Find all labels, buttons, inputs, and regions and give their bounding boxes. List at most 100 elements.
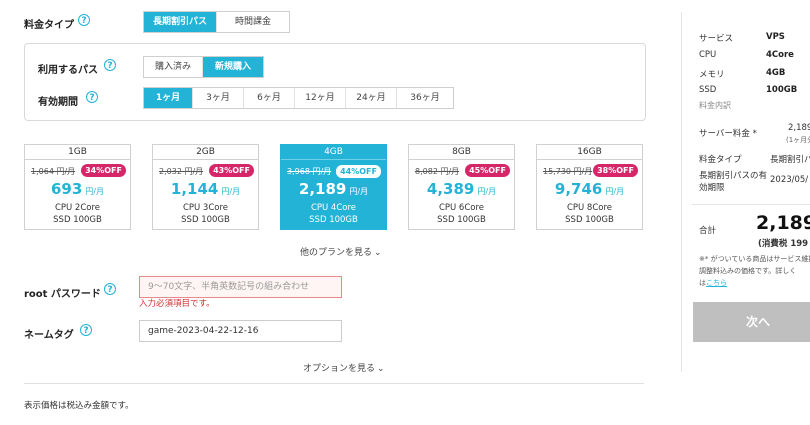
summary-cpu-label: CPU <box>699 50 717 60</box>
plan-cpu: CPU 4Core <box>310 203 357 213</box>
period-help-icon[interactable]: ? <box>86 91 98 103</box>
summary-server-fee-label: サーバー料金 * <box>699 129 757 139</box>
summary-total-value: 2,189 <box>756 212 810 234</box>
plan-card-4gb[interactable]: 4GB 3,968 円/月 44%OFF 2,189 円/月 CPU 4Core S… <box>280 144 387 230</box>
plan-price-unit: 円/月 <box>477 187 497 196</box>
plan-card-16gb[interactable]: 16GB 15,730 円/月 38%OFF 9,746 円/月 CPU 8Core… <box>536 144 643 230</box>
plan-ssd: SSD 100GB <box>565 215 614 225</box>
name-tag-label: ネームタグ <box>24 330 74 341</box>
chevron-down-icon: ⌄ <box>377 364 385 374</box>
summary-server-fee-sub: (1ヶ月分 <box>786 136 810 144</box>
period-option-1m[interactable]: 1ヶ月 <box>144 88 193 108</box>
fee-type-label: 料金タイプ <box>24 20 74 31</box>
summary-memory-value: 4GB <box>766 68 786 78</box>
plan-cpu: CPU 3Core <box>182 203 229 213</box>
plan-cpu: CPU 2Core <box>54 203 101 213</box>
plan-old-price: 2,032 円/月 <box>159 167 204 176</box>
pass-help-icon[interactable]: ? <box>104 59 116 71</box>
summary-service-value: VPS <box>766 32 785 42</box>
plan-old-price: 8,082 円/月 <box>415 167 460 176</box>
plan-ssd: SSD 100GB <box>437 215 486 225</box>
summary-ssd-label: SSD <box>699 85 717 95</box>
pass-label: 利用するパス <box>38 65 98 76</box>
plan-cpu: CPU 6Core <box>438 203 485 213</box>
divider <box>24 383 644 384</box>
pass-option-purchased[interactable]: 購入済み <box>144 57 203 77</box>
next-button[interactable]: 次へ <box>693 302 810 342</box>
plan-name: 16GB <box>537 145 642 160</box>
plan-ssd: SSD 100GB <box>309 215 358 225</box>
summary-details-label: 料金内訳 <box>699 101 731 110</box>
summary-server-fee-value: 2,189 <box>788 123 810 133</box>
period-option-3m[interactable]: 3ヶ月 <box>193 88 244 108</box>
summary-fee-type-label: 料金タイプ <box>699 155 742 165</box>
pass-selector: 購入済み 新規購入 <box>143 56 264 78</box>
summary-note-3-prefix: は <box>699 279 706 287</box>
plan-discount-badge: 43%OFF <box>209 164 254 177</box>
plan-discount-badge: 38%OFF <box>593 164 638 177</box>
summary-expiry-label-1: 長期割引パスの有 <box>699 171 768 181</box>
summary-cpu-value: 4Core <box>766 50 794 60</box>
order-summary: サービス VPS CPU 4Core メモリ 4GB SSD 100GB 料金内… <box>681 12 810 372</box>
more-plans-link[interactable]: 他のプランを見る ⌄ <box>300 245 382 258</box>
plan-name: 8GB <box>409 145 514 160</box>
root-password-help-icon[interactable]: ? <box>104 283 116 295</box>
plan-cpu: CPU 8Core <box>566 203 613 213</box>
plan-name: 2GB <box>153 145 258 160</box>
period-label: 有効期間 <box>38 97 78 108</box>
pass-option-new[interactable]: 新規購入 <box>203 57 263 77</box>
summary-tax-note: (消費税 199 円 <box>758 239 810 249</box>
plan-old-price: 1,064 円/月 <box>31 167 76 176</box>
more-options-label: オプションを見る <box>303 364 376 374</box>
plan-card-2gb[interactable]: 2GB 2,032 円/月 43%OFF 1,144 円/月 CPU 3Core S… <box>152 144 259 230</box>
period-option-12m[interactable]: 12ヶ月 <box>295 88 346 108</box>
plan-old-price: 15,730 円/月 <box>543 167 593 176</box>
period-option-6m[interactable]: 6ヶ月 <box>244 88 295 108</box>
fee-type-option-hourly[interactable]: 時間課金 <box>217 12 289 32</box>
plan-card-1gb[interactable]: 1GB 1,064 円/月 34%OFF 693 円/月 CPU 2Core SSD… <box>24 144 131 230</box>
plan-price: 693 <box>50 180 83 198</box>
chevron-down-icon: ⌄ <box>374 248 382 258</box>
summary-note-1: ※* がついている商品はサービス維持 <box>699 255 810 263</box>
plan-price-unit: 円/月 <box>85 187 104 196</box>
name-tag-help-icon[interactable]: ? <box>80 324 92 336</box>
summary-expiry-label-2: 効期限 <box>699 183 725 193</box>
period-selector: 1ヶ月 3ヶ月 6ヶ月 12ヶ月 24ヶ月 36ヶ月 <box>143 87 454 109</box>
name-tag-input[interactable]: game-2023-04-22-12-16 <box>139 320 342 342</box>
plan-price-unit: 円/月 <box>349 187 369 196</box>
plan-price-unit: 円/月 <box>605 187 625 196</box>
plan-discount-badge: 45%OFF <box>465 164 510 177</box>
period-option-24m[interactable]: 24ヶ月 <box>346 88 397 108</box>
summary-ssd-value: 100GB <box>766 85 798 95</box>
pass-panel <box>24 43 646 121</box>
plan-price: 4,389 <box>426 180 475 198</box>
more-plans-label: 他のプランを見る <box>300 248 373 258</box>
plan-price: 1,144 <box>170 180 219 198</box>
plan-price-unit: 円/月 <box>221 187 241 196</box>
summary-expiry-value: 2023/05/ <box>770 175 809 185</box>
more-options-link[interactable]: オプションを見る ⌄ <box>303 361 385 374</box>
plan-old-price: 3,968 円/月 <box>287 167 332 176</box>
summary-total-label: 合計 <box>699 226 717 236</box>
summary-details-link[interactable]: こちら <box>706 279 727 287</box>
root-password-input[interactable]: 9〜70文字、半角英数記号の組み合わせ <box>139 276 342 298</box>
period-option-36m[interactable]: 36ヶ月 <box>397 88 453 108</box>
plan-discount-badge: 44%OFF <box>335 164 382 179</box>
fee-type-help-icon[interactable]: ? <box>78 14 90 26</box>
plan-ssd: SSD 100GB <box>181 215 230 225</box>
tax-footer-note: 表示価格は税込み金額です。 <box>24 401 134 411</box>
summary-note-2: 調整料込みの価格です。詳しく <box>699 267 797 275</box>
plan-ssd: SSD 100GB <box>53 215 102 225</box>
fee-type-selector: 長期割引パス 時間課金 <box>143 11 290 33</box>
summary-fee-type-value: 長期割引パ <box>770 155 810 165</box>
plan-name: 1GB <box>25 145 130 160</box>
root-password-label: root パスワード <box>24 289 101 300</box>
plan-card-8gb[interactable]: 8GB 8,082 円/月 45%OFF 4,389 円/月 CPU 6Core S… <box>408 144 515 230</box>
root-password-error: 入力必須項目です。 <box>139 299 215 309</box>
summary-memory-label: メモリ <box>699 70 725 80</box>
fee-type-option-long-term[interactable]: 長期割引パス <box>144 12 217 32</box>
summary-divider <box>692 204 810 205</box>
plan-price: 2,189 <box>298 180 347 198</box>
summary-service-label: サービス <box>699 34 734 44</box>
plan-discount-badge: 34%OFF <box>81 164 126 177</box>
